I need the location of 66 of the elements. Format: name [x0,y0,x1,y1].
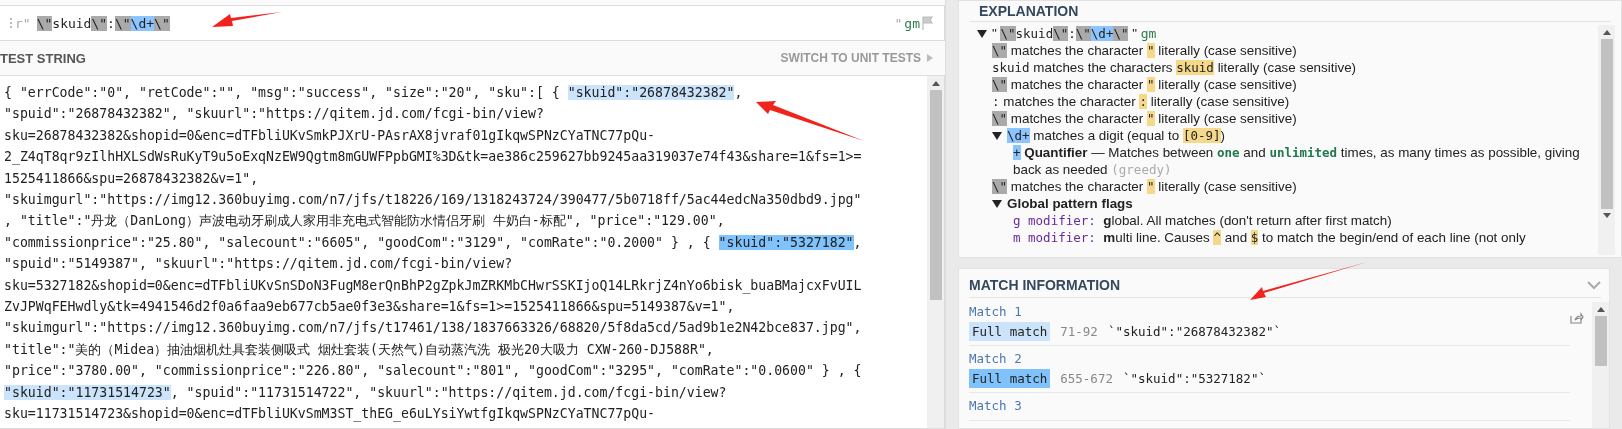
scrollbar[interactable] [927,76,944,428]
match-title[interactable]: Match 2 [969,349,1570,369]
section-title: MATCH INFORMATION [969,277,1121,293]
explanation-line: skuid matches the characters skuid literally (case sensitive) [992,59,1357,76]
match-range: 655-672 [1060,371,1113,386]
test-string-line: "skuid":"11731514723", "spuid":"11731514722", "skuurl":"https://qitem.jd.com/fcgi-bin/view? [4,383,727,402]
regex-delimiter: r" [15,15,31,31]
regex-input[interactable]: r" \"skuid\":\"\d+\" "gm [0,5,945,41]
expand-triangle-icon[interactable] [992,199,1002,208]
regex-token: \" [114,15,131,31]
explanation-line: " \"skuid\":\"\d+\" " gm [992,25,1157,42]
regex-token: \d+ [130,15,155,31]
match-title[interactable]: Match 3 [969,396,1570,416]
test-string-line: , "title":"丹龙（DanLong）声波电动牙刷成人家用非充电式智能防水情侣牙刷 牛奶白-标配", "price":"129.00", [4,212,725,231]
scroll-up-icon[interactable] [1596,307,1605,312]
scroll-up-icon[interactable] [1602,30,1611,35]
explanation-line: \" matches the character " literally (case sensitive) [992,110,1297,127]
regex-token: : [107,15,115,31]
test-string-line: "title":"美的（Midea）抽油烟机灶具套装侧吸式 烟灶套装(天然气)自动蒸汽洗 极光20大吸力 CXW-260-DJ588R", [4,340,714,359]
explanation-line: \" matches the character " literally (case sensitive) [992,76,1297,93]
test-string-line: ZvJPWqFEHwdly&tk=4941546d2f0a6faa9eb677cb5ae0f3e3&share=1&fs=1>=1525411866&spu=5149387&v=1", [4,298,735,317]
scroll-up-icon[interactable] [931,81,940,86]
caret-icon [927,54,933,62]
expand-triangle-icon[interactable] [992,131,1002,140]
scrollbar[interactable] [1598,25,1615,255]
explanation-line: \d+ matches a digit (equal to [0-9]) [1007,127,1226,144]
test-string-line: "price":"3780.00", "commissionprice":"226.80", "salecount":"801", "goodCom":"3295", "comRate":"0.0600" } , { [4,362,862,381]
test-string-line: "commissionprice":"25.80", "salecount":"6605", "goodCom":"3129", "comRate":"0.2000" } , { "skuid":"5327182", [4,233,862,252]
regex-token: skuid [52,15,92,31]
regex-token: \" [154,15,170,31]
test-string-line: 2_Z4qT8qr9zIlhHXLSdWsRuKyT9u5oExqNzEW9Qgtm8mGUWFPpbGMI%3D&tk=ae386c259627bb9245aa319037e74f43&share=1&fs=1>= [4,148,862,167]
explanation-line: \" matches the character " literally (case sensitive) [992,42,1297,59]
test-string-line: "spuid":"5149387", "skuurl":"https://qitem.jd.com/fcgi-bin/view? [4,255,513,274]
explanation-line: : matches the character : literally (case sensitive) [992,93,1290,110]
annotation-arrow [212,12,282,27]
test-string-line: sku=11731514723&shopid=0&enc=dTFbliUKvSmM3ST_thEG_e6uLYsiYwtfgIkqwSPNzCYaTNC77pQu- [4,405,656,424]
expand-triangle-icon[interactable] [977,29,987,38]
test-string-line: "skuimgurl":"https://img12.360buyimg.com/n7/jfs/t18226/169/1318243724/390477/5b0718ff/5ac44edcNa350dbd9.jpg" [4,191,862,210]
regex-token: \" [36,15,53,31]
test-string-line: "skuimgurl":"https://img12.360buyimg.com/n7/jfs/t17461/138/1837663326/68820/5f8da5cd/5ad9b1e2N42bce837.jpg", [4,319,862,338]
section-title: EXPLANATION [969,1,1611,22]
match-label: Full match [969,322,1051,341]
match-title[interactable]: Match 1 [969,302,1570,322]
regex-flags[interactable]: gm [904,15,920,31]
export-icon[interactable] [1570,312,1584,324]
match-range: 71-92 [1060,324,1098,339]
regex-delimiter: " [894,15,903,31]
match-value: `"skuid":"5327182"` [1122,371,1266,386]
test-string-line: sku=26878432382&shopid=0&enc=dTFbliUKvSmkPJXrU-PAsrAX8jvraf01gIkqwSPNzCYaTNC77pQu- [4,126,656,145]
explanation-line: + Quantifier — Matches between one and unlimited times, as many times as possible, giving back as needed (greedy) [1013,144,1581,178]
test-string-field[interactable] [0,75,945,429]
explanation-line: Global pattern flags [1007,195,1133,212]
test-string-line: "spuid":"26878432382", "skuurl":"https://qitem.jd.com/fcgi-bin/view? [4,105,544,124]
explanation-line: m modifier: multi line. Causes ^ and $ to match the begin/end of each line (not only [1013,229,1527,246]
switch-unit-tests-link[interactable]: SWITCH TO UNIT TESTS [780,51,921,65]
explanation-line: \" matches the character " literally (case sensitive) [992,178,1297,195]
regex-token: \" [91,15,108,31]
test-string-line: sku=5327182&shopid=0&enc=dTFbliUKvSnSDoN3FugM8erQnBhP2gZpkJmZRKMbCHwrSSKIjoQ14LRkrjZ4nYo6bisk_buaBMajcxFvUIL [4,276,862,296]
test-string-line: 1525411866&spu=26878432382&v=1", [4,169,259,188]
match-value: `"skuid":"26878432382"` [1107,324,1281,339]
match-label: Full match [969,369,1051,388]
section-title: TEST STRING [0,50,86,66]
scrollbar[interactable] [1592,302,1609,428]
explanation-line: g modifier: global. All matches (don't return after first match) [1013,212,1393,229]
test-string-line: { "errCode":"0", "retCode":"", "msg":"success", "size":"20", "sku":[ { "skuid":"26878432382", [4,84,743,102]
scroll-down-icon[interactable] [1602,213,1611,218]
